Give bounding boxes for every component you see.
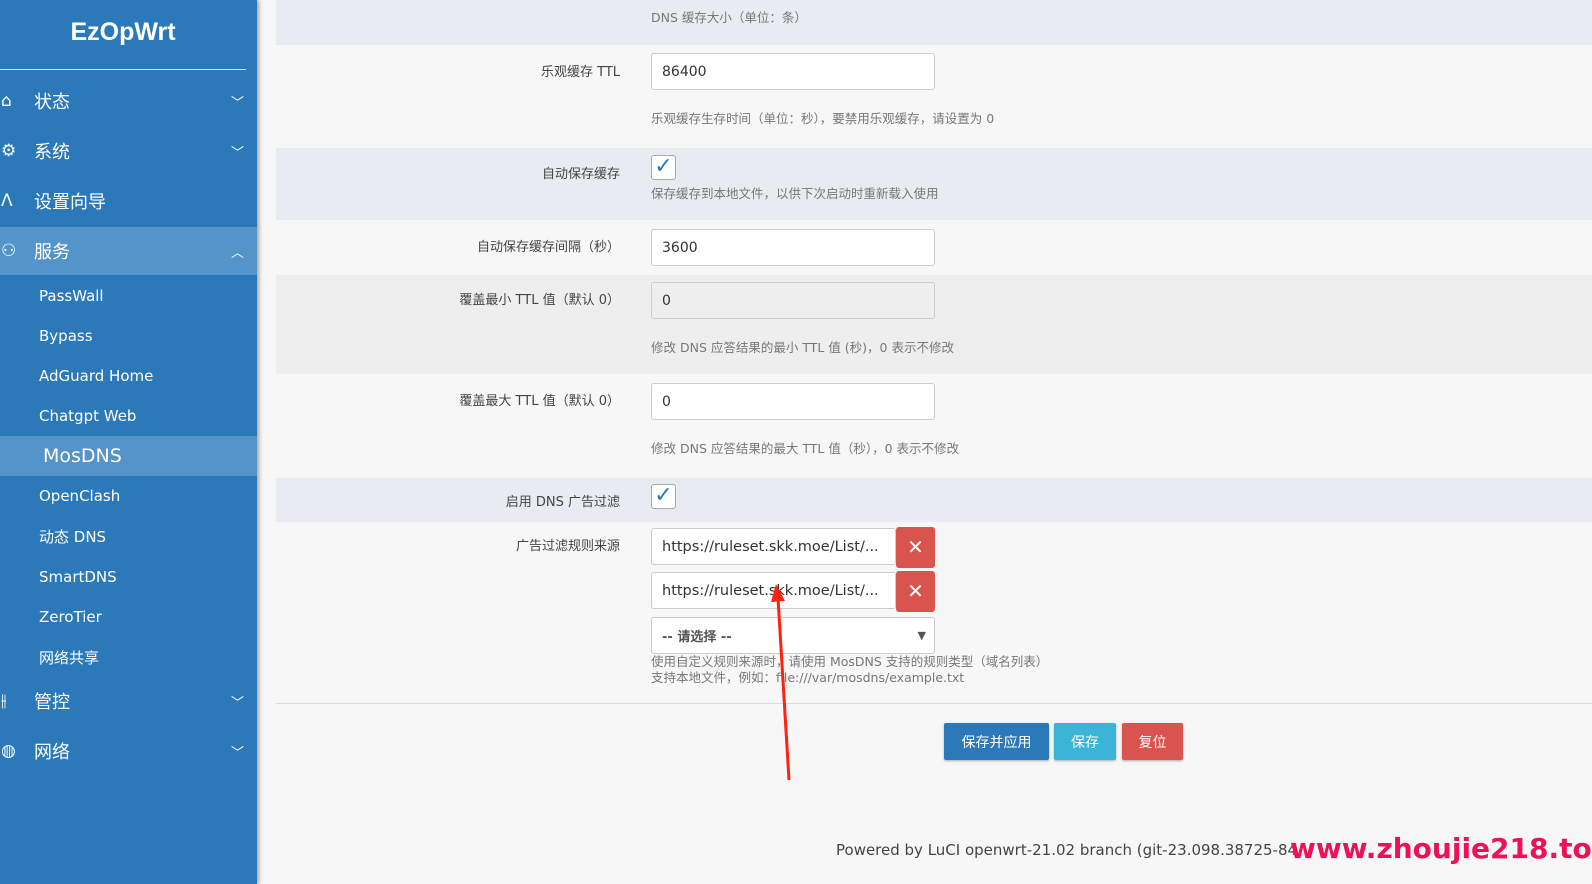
watermark: www.zhoujie218.top xyxy=(1290,832,1592,865)
red-arrow-annotation xyxy=(771,584,791,781)
